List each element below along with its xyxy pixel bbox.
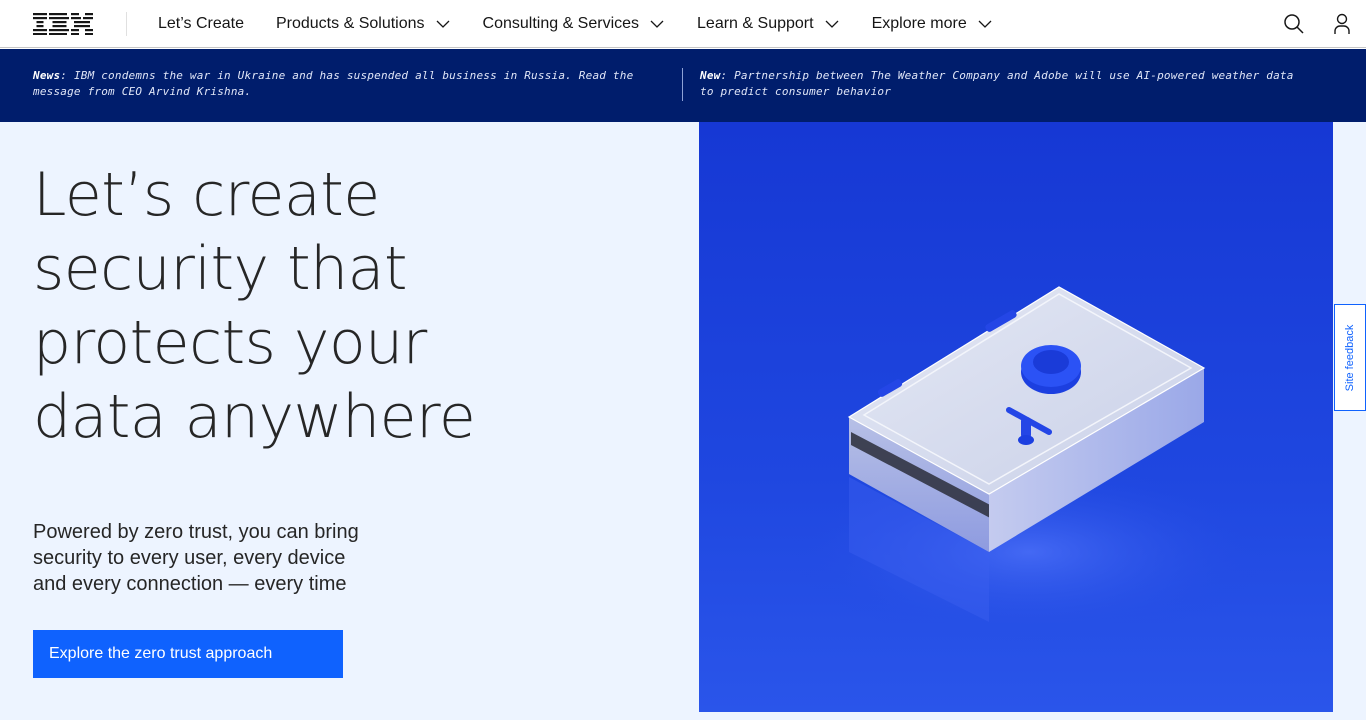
news-prefix: News [33,69,61,82]
chevron-down-icon [978,20,992,28]
hero-title-line: security that [33,234,407,304]
news-prefix: New [700,69,721,82]
nav-item-learn-support[interactable]: Learn & Support [681,0,856,48]
news-item-ukraine[interactable]: News: IBM condemns the war in Ukraine an… [33,68,653,100]
search-icon[interactable] [1282,12,1306,36]
nav-item-label: Consulting & Services [482,15,640,32]
nav-item-label: Let’s Create [158,15,244,32]
nav-item-explore-more[interactable]: Explore more [856,0,1009,48]
nav-item-label: Explore more [871,15,967,32]
news-item-weather-adobe[interactable]: New: Partnership between The Weather Com… [700,68,1300,100]
hero-title-line: Let’s create [33,160,380,230]
news-divider [682,68,683,101]
news-text: : IBM condemns the war in Ukraine and ha… [33,69,634,98]
user-icon[interactable] [1330,12,1354,36]
chevron-down-icon [650,20,664,28]
site-feedback-label: Site feedback [1344,324,1356,391]
hero-title-line: protects your [33,308,427,378]
chevron-down-icon [436,20,449,28]
chevron-down-icon [825,20,839,28]
nav-item-label: Products & Solutions [275,15,425,32]
safe-illustration [699,122,1333,712]
ibm-logo[interactable] [33,13,93,35]
hero-safe-illustration [699,122,1333,712]
hero-title-line: data anywhere [33,382,476,452]
nav-divider [126,12,127,36]
hero-title: Let’s create security that protects your… [33,158,593,454]
hero-section: Let’s create security that protects your… [0,122,1366,720]
primary-nav: Let’s Create Products & Solutions Consul… [142,0,1009,48]
hero-subtitle-line: Powered by zero trust, you can bring [33,521,359,543]
nav-item-products-solutions[interactable]: Products & Solutions [260,0,467,48]
nav-item-lets-create[interactable]: Let’s Create [142,0,260,48]
hero-subtitle-line: security to every user, every device [33,547,346,569]
news-banner: News: IBM condemns the war in Ukraine an… [0,49,1366,122]
news-text: : Partnership between The Weather Compan… [700,69,1294,98]
explore-zero-trust-button[interactable]: Explore the zero trust approach [33,630,343,678]
site-feedback-tab[interactable]: Site feedback [1334,304,1366,411]
hero-subtitle-line: and every connection — every time [33,573,347,595]
hero-subtitle: Powered by zero trust, you can bring sec… [33,519,413,597]
top-navigation: Let’s Create Products & Solutions Consul… [0,0,1366,48]
nav-item-consulting-services[interactable]: Consulting & Services [467,0,682,48]
cta-label: Explore the zero trust approach [49,645,273,662]
nav-item-label: Learn & Support [697,15,814,32]
